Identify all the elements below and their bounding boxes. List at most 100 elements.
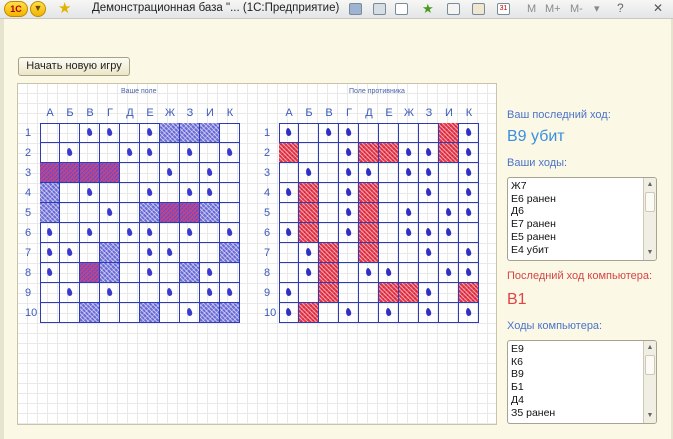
preview-icon[interactable] [395,3,408,15]
hit-cell[interactable] [439,143,459,163]
1c-logo-icon[interactable]: 1С [4,1,28,17]
board-cell[interactable] [439,163,459,183]
board-cell[interactable] [379,223,399,243]
miss-cell[interactable] [319,123,339,143]
miss-cell[interactable] [399,203,419,223]
board-cell[interactable] [439,243,459,263]
board-cell[interactable] [399,263,419,283]
scroll-thumb[interactable] [645,355,655,375]
board-cell[interactable] [359,283,379,303]
board-cell[interactable] [339,283,359,303]
new-game-button[interactable]: Начать новую игру [18,57,130,76]
board-cell[interactable] [399,183,419,203]
calendar-icon[interactable]: 31 [497,3,510,15]
miss-cell[interactable] [439,263,459,283]
board-cell[interactable] [379,163,399,183]
miss-cell[interactable] [459,303,479,323]
move-item[interactable]: Ж7 [511,180,656,193]
scroll-down-icon[interactable]: ▼ [644,410,656,422]
board-cell[interactable] [319,203,339,223]
move-item[interactable]: В9 [511,368,656,381]
hit-cell[interactable] [279,143,299,163]
computer-moves-scrollbar[interactable]: ▲ ▼ [643,341,656,423]
board-cell[interactable] [299,123,319,143]
print-icon[interactable] [373,3,386,15]
miss-cell[interactable] [419,143,439,163]
miss-cell[interactable] [459,163,479,183]
board-cell[interactable] [439,283,459,303]
board-cell[interactable] [399,123,419,143]
move-item[interactable]: Е5 ранен [511,231,656,244]
board-cell[interactable] [379,243,399,263]
miss-cell[interactable] [299,243,319,263]
board-cell[interactable] [279,203,299,223]
miss-cell[interactable] [459,243,479,263]
miss-cell[interactable] [419,283,439,303]
hit-cell[interactable] [319,243,339,263]
miss-cell[interactable] [459,183,479,203]
my-moves-scrollbar[interactable]: ▲ ▼ [643,178,656,260]
miss-cell[interactable] [439,223,459,243]
miss-cell[interactable] [359,263,379,283]
scroll-up-icon[interactable]: ▲ [644,342,656,354]
hit-cell[interactable] [359,243,379,263]
move-item[interactable]: Д4 [511,394,656,407]
save-icon[interactable] [349,3,362,15]
hit-cell[interactable] [379,283,399,303]
memory-plus-button[interactable]: M+ [545,2,561,16]
board-cell[interactable] [279,263,299,283]
hit-cell[interactable] [379,143,399,163]
board-cell[interactable] [399,303,419,323]
board-cell[interactable] [279,163,299,183]
scroll-down-icon[interactable]: ▼ [644,247,656,259]
miss-cell[interactable] [419,183,439,203]
board-cell[interactable] [439,183,459,203]
move-item[interactable]: Б1 [511,381,656,394]
move-item[interactable]: Д6 [511,205,656,218]
hit-cell[interactable] [299,303,319,323]
miss-cell[interactable] [379,303,399,323]
hit-cell[interactable] [299,203,319,223]
memory-minus-button[interactable]: M- [570,2,583,16]
calculator-icon[interactable] [472,3,485,15]
miss-cell[interactable] [279,303,299,323]
board-cell[interactable] [279,243,299,263]
miss-cell[interactable] [419,303,439,323]
miss-cell[interactable] [339,203,359,223]
move-item[interactable]: З5 ранен [511,407,656,420]
miss-cell[interactable] [339,143,359,163]
miss-cell[interactable] [279,283,299,303]
add-favorite-icon[interactable]: ★ [422,2,435,15]
miss-cell[interactable] [339,123,359,143]
miss-cell[interactable] [459,143,479,163]
miss-cell[interactable] [459,263,479,283]
hit-cell[interactable] [299,183,319,203]
close-button[interactable]: ✕ [644,0,672,17]
hit-cell[interactable] [399,283,419,303]
miss-cell[interactable] [399,143,419,163]
board-cell[interactable] [319,183,339,203]
hit-cell[interactable] [299,223,319,243]
miss-cell[interactable] [299,263,319,283]
computer-moves-list[interactable]: Е9 К6 В9 Б1 Д4 З5 ранен ▲ ▼ [507,340,657,424]
miss-cell[interactable] [339,183,359,203]
board-cell[interactable] [379,203,399,223]
move-item[interactable]: К6 [511,356,656,369]
scroll-thumb[interactable] [645,192,655,212]
board-cell[interactable] [399,243,419,263]
star-icon[interactable]: ★ [58,0,71,17]
miss-cell[interactable] [399,223,419,243]
board-cell[interactable] [359,303,379,323]
move-item[interactable]: Е9 [511,343,656,356]
move-item[interactable]: Е7 ранен [511,218,656,231]
board-cell[interactable] [319,143,339,163]
hit-cell[interactable] [359,223,379,243]
move-item[interactable]: Е4 убит [511,244,656,257]
miss-cell[interactable] [399,163,419,183]
miss-cell[interactable] [279,183,299,203]
board-cell[interactable] [439,303,459,323]
hit-cell[interactable] [439,123,459,143]
miss-cell[interactable] [419,243,439,263]
board-cell[interactable] [419,123,439,143]
miss-cell[interactable] [339,223,359,243]
